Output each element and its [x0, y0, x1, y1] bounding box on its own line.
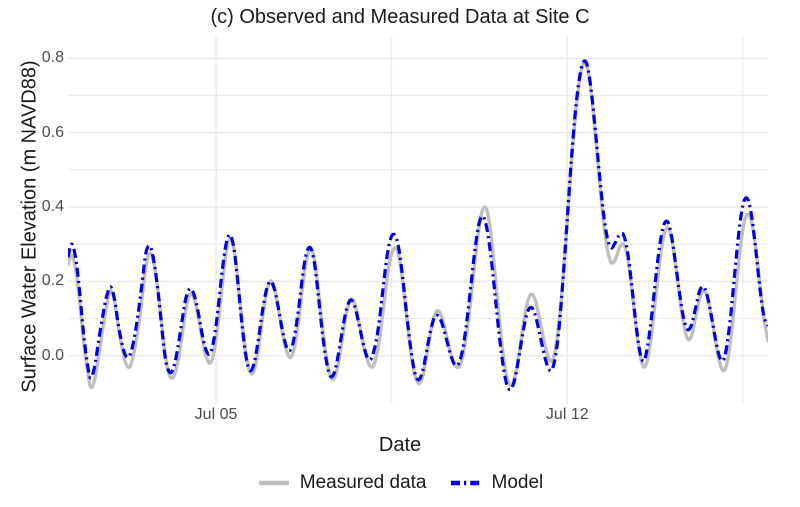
chart-figure: (c) Observed and Measured Data at Site C… — [0, 0, 800, 507]
y-tick-label: 0.6 — [41, 123, 64, 141]
y-axis-tick-labels: 0.0 0.2 0.4 0.6 0.8 — [14, 36, 64, 404]
legend-key-solid-line-icon — [258, 480, 289, 486]
plot-area — [68, 36, 768, 404]
x-tick-label: Jul 05 — [194, 406, 238, 423]
plot-background — [68, 36, 768, 404]
legend-label: Model — [491, 472, 544, 493]
y-tick-label: 0.2 — [41, 272, 64, 290]
chart-title: (c) Observed and Measured Data at Site C — [210, 6, 590, 28]
chart-legend: Measured data Model — [0, 466, 800, 500]
x-axis-tick-labels: Jul 05 Jul 12 — [68, 406, 768, 430]
x-axis-title: Date — [378, 434, 422, 456]
legend-item-measured-data[interactable]: Measured data — [257, 472, 427, 494]
legend-item-model[interactable]: Model — [449, 472, 544, 494]
legend-key-dashdot-line-icon — [450, 480, 481, 486]
plot-svg — [68, 36, 768, 404]
y-tick-label: 0.4 — [41, 197, 64, 215]
y-tick-label: 0.0 — [41, 346, 64, 364]
legend-label: Measured data — [299, 472, 427, 493]
x-tick-label: Jul 12 — [545, 406, 589, 423]
y-tick-label: 0.8 — [41, 49, 64, 67]
